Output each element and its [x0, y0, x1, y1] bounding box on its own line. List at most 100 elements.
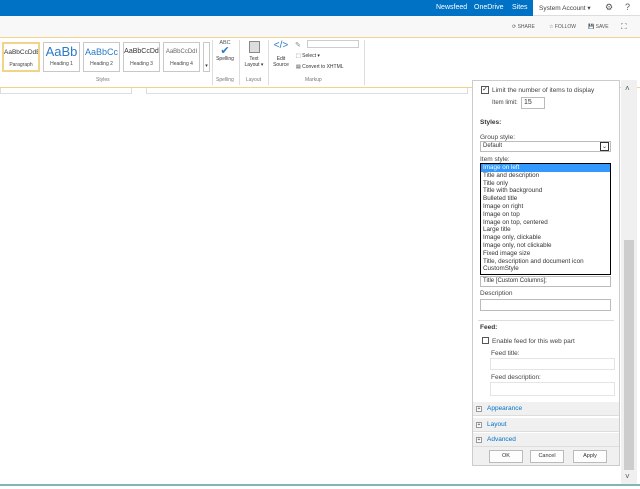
text-layout-icon: [248, 41, 260, 53]
styles-more-button[interactable]: ▾: [203, 42, 210, 72]
divider: [478, 320, 614, 321]
limit-label: Limit the number of items to display: [492, 87, 595, 94]
item-style-option[interactable]: Title only: [481, 180, 610, 188]
section-layout[interactable]: + Layout: [473, 418, 619, 432]
divider: [239, 40, 240, 85]
item-limit-input[interactable]: 15: [521, 97, 545, 109]
scrollbar-thumb[interactable]: [624, 240, 634, 470]
divider: [268, 40, 269, 85]
web-part-zone: [146, 88, 468, 94]
limit-checkbox[interactable]: ✓: [481, 86, 489, 94]
divider: [364, 40, 365, 85]
styles-heading: Styles:: [480, 119, 502, 126]
feed-description-label: Feed description:: [491, 374, 541, 381]
item-style-label: Item style:: [480, 156, 510, 163]
section-advanced[interactable]: + Advanced: [473, 433, 619, 447]
select-label: Select ▾: [302, 53, 320, 59]
item-style-option[interactable]: Image on top, centered: [481, 219, 610, 227]
help-icon[interactable]: ?: [625, 2, 630, 12]
item-style-option[interactable]: Image on top: [481, 211, 610, 219]
style-label: Paragraph: [9, 62, 33, 68]
style-heading-3[interactable]: AaBbCcDd Heading 3: [123, 42, 160, 72]
convert-xhtml-button[interactable]: ▤ Convert to XHTML: [296, 64, 344, 70]
spelling-button[interactable]: ABC ✔ Spelling: [214, 40, 236, 62]
item-style-option[interactable]: Image on left: [481, 164, 610, 172]
item-style-option[interactable]: Title with background: [481, 187, 610, 195]
style-heading-2[interactable]: AaBbCc Heading 2: [83, 42, 120, 72]
markup-group-label: Markup: [305, 77, 322, 83]
cancel-button[interactable]: Cancel: [530, 450, 564, 463]
edit-source-button[interactable]: </> Edit Source: [270, 40, 292, 68]
save-label: SAVE: [595, 24, 609, 30]
newsfeed-link[interactable]: Newsfeed: [436, 4, 467, 11]
scrollbar[interactable]: ˄ ˅: [621, 80, 637, 484]
feed-title-label: Feed title:: [491, 350, 520, 357]
feed-title-input[interactable]: [490, 358, 615, 370]
item-style-option[interactable]: Image only, not clickable: [481, 242, 610, 250]
text-layout-label: Text Layout ▾: [244, 56, 264, 68]
sites-link[interactable]: Sites: [512, 4, 528, 11]
item-style-option[interactable]: Title and description: [481, 172, 610, 180]
item-style-option[interactable]: Fixed image size: [481, 250, 610, 258]
item-limit-label: Item limit:: [492, 100, 518, 106]
style-heading-1[interactable]: AaBb Heading 1: [43, 42, 80, 72]
share-button[interactable]: ⟳ SHARE: [512, 24, 535, 30]
styles-group-label: Styles: [96, 77, 110, 83]
follow-button[interactable]: ☆ FOLLOW: [549, 24, 576, 30]
enable-feed-checkbox[interactable]: [482, 337, 489, 344]
onedrive-link[interactable]: OneDrive: [474, 4, 504, 11]
chevron-down-icon[interactable]: ˅: [625, 472, 630, 481]
style-heading-4[interactable]: AaBbCcDdI Heading 4: [163, 42, 200, 72]
edit-source-label: Edit Source: [273, 56, 289, 68]
markup-styles-icon: ✎: [295, 42, 301, 49]
select-button[interactable]: ⬚ Select ▾: [296, 53, 320, 59]
text-layout-button[interactable]: Text Layout ▾: [242, 41, 266, 68]
description-input[interactable]: [480, 299, 611, 311]
item-style-listbox[interactable]: Image on left Title and description Title …: [480, 163, 611, 275]
style-sample: AaBbCcDdE: [4, 49, 40, 56]
style-sample: AaBbCcDd: [124, 48, 159, 55]
style-label: Heading 1: [50, 61, 73, 67]
expand-icon: +: [476, 437, 482, 443]
description-label: Description: [480, 290, 513, 297]
web-part-zone: [0, 88, 132, 94]
edit-source-icon: </>: [273, 40, 289, 51]
title-field-value: Title [Custom Columns];: [483, 278, 547, 284]
item-style-option[interactable]: Bulleted title: [481, 195, 610, 203]
expand-icon: +: [476, 422, 482, 428]
convert-label: Convert to XHTML: [302, 64, 344, 70]
focus-icon[interactable]: ⛶: [621, 22, 627, 32]
share-label: SHARE: [517, 24, 535, 30]
section-appearance[interactable]: + Appearance: [473, 402, 619, 416]
gear-icon[interactable]: ⚙: [605, 2, 613, 13]
style-sample: AaBbCc: [84, 47, 119, 57]
item-style-option[interactable]: CustomStyle: [481, 265, 610, 273]
enable-feed-label: Enable feed for this web part: [492, 338, 575, 345]
section-label: Appearance: [487, 405, 523, 412]
feed-description-input[interactable]: [490, 382, 615, 396]
group-style-select[interactable]: Default ⌄: [480, 141, 611, 152]
group-style-label: Group style:: [480, 134, 516, 141]
style-label: Heading 2: [90, 61, 113, 67]
account-menu[interactable]: System Account ▾: [539, 4, 591, 12]
item-style-option[interactable]: Image on right: [481, 203, 610, 211]
title-field[interactable]: Title [Custom Columns];: [480, 276, 611, 287]
style-label: Heading 3: [130, 61, 153, 67]
status-line: [0, 484, 640, 486]
ok-button[interactable]: OK: [489, 450, 523, 463]
group-style-value: Default: [483, 143, 503, 149]
save-button[interactable]: 💾 SAVE: [588, 24, 609, 30]
spelling-group-label: Spelling: [216, 77, 234, 83]
chevron-down-icon: ⌄: [600, 142, 609, 151]
style-paragraph[interactable]: AaBbCcDdE Paragraph: [2, 42, 40, 72]
checkmark-icon: ✔: [220, 45, 230, 57]
apply-button[interactable]: Apply: [573, 450, 607, 463]
style-sample: AaBbCcDdI: [165, 49, 198, 55]
markup-styles-dropdown[interactable]: [307, 40, 359, 48]
item-style-option[interactable]: Title, description and document icon: [481, 258, 610, 266]
style-sample: AaBb: [45, 44, 78, 59]
feed-heading: Feed:: [480, 324, 498, 331]
item-style-option[interactable]: Large title: [481, 226, 610, 234]
item-style-option[interactable]: Image only, clickable: [481, 234, 610, 242]
chevron-up-icon[interactable]: ˄: [625, 84, 630, 93]
